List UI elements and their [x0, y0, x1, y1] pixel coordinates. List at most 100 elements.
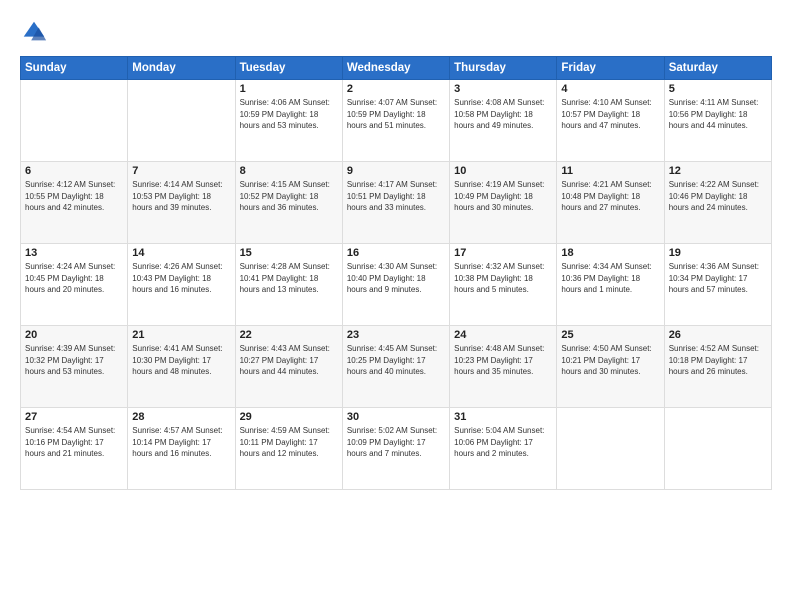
- day-info: Sunrise: 4:57 AM Sunset: 10:14 PM Daylig…: [132, 425, 230, 460]
- calendar-week-row: 27 Sunrise: 4:54 AM Sunset: 10:16 PM Dayl…: [21, 408, 772, 490]
- day-info: Sunrise: 4:15 AM Sunset: 10:52 PM Daylig…: [240, 179, 338, 214]
- day-info: Sunrise: 4:34 AM Sunset: 10:36 PM Daylig…: [561, 261, 659, 296]
- calendar-cell: 9 Sunrise: 4:17 AM Sunset: 10:51 PM Dayli…: [342, 162, 449, 244]
- calendar-cell: 13 Sunrise: 4:24 AM Sunset: 10:45 PM Dayl…: [21, 244, 128, 326]
- calendar-cell: [557, 408, 664, 490]
- calendar-week-row: 1 Sunrise: 4:06 AM Sunset: 10:59 PM Dayli…: [21, 80, 772, 162]
- calendar-cell: 21 Sunrise: 4:41 AM Sunset: 10:30 PM Dayl…: [128, 326, 235, 408]
- day-number: 14: [132, 247, 230, 259]
- calendar-cell: 1 Sunrise: 4:06 AM Sunset: 10:59 PM Dayli…: [235, 80, 342, 162]
- day-info: Sunrise: 4:36 AM Sunset: 10:34 PM Daylig…: [669, 261, 767, 296]
- weekday-header: Tuesday: [235, 57, 342, 80]
- day-info: Sunrise: 4:10 AM Sunset: 10:57 PM Daylig…: [561, 97, 659, 132]
- calendar-cell: 23Sunrise: 4:45 AM Sunset: 10:25 PM Dayl…: [342, 326, 449, 408]
- day-info: Sunrise: 4:14 AM Sunset: 10:53 PM Daylig…: [132, 179, 230, 214]
- day-number: 19: [669, 247, 767, 259]
- calendar-cell: 2 Sunrise: 4:07 AM Sunset: 10:59 PM Dayli…: [342, 80, 449, 162]
- calendar-cell: 5 Sunrise: 4:11 AM Sunset: 10:56 PM Dayli…: [664, 80, 771, 162]
- calendar-cell: 28 Sunrise: 4:57 AM Sunset: 10:14 PM Dayl…: [128, 408, 235, 490]
- day-info: Sunrise: 4:50 AM Sunset: 10:21 PM Daylig…: [561, 343, 659, 378]
- day-info: Sunrise: 4:32 AM Sunset: 10:38 PM Daylig…: [454, 261, 552, 296]
- calendar-cell: 31 Sunrise: 5:04 AM Sunset: 10:06 PM Dayl…: [450, 408, 557, 490]
- calendar-cell: 18 Sunrise: 4:34 AM Sunset: 10:36 PM Dayl…: [557, 244, 664, 326]
- day-info: Sunrise: 4:59 AM Sunset: 10:11 PM Daylig…: [240, 425, 338, 460]
- day-info: Sunrise: 4:12 AM Sunset: 10:55 PM Daylig…: [25, 179, 123, 214]
- day-number: 5: [669, 83, 767, 95]
- day-number: 11: [561, 165, 659, 177]
- calendar-cell: 7 Sunrise: 4:14 AM Sunset: 10:53 PM Dayli…: [128, 162, 235, 244]
- calendar-week-row: 6Sunrise: 4:12 AM Sunset: 10:55 PM Dayli…: [21, 162, 772, 244]
- day-number: 2: [347, 83, 445, 95]
- day-number: 22: [240, 329, 338, 341]
- weekday-header: Wednesday: [342, 57, 449, 80]
- calendar-cell: [21, 80, 128, 162]
- day-number: 29: [240, 411, 338, 423]
- day-info: Sunrise: 4:06 AM Sunset: 10:59 PM Daylig…: [240, 97, 338, 132]
- calendar-header-row: SundayMondayTuesdayWednesdayThursdayFrid…: [21, 57, 772, 80]
- calendar-cell: 22 Sunrise: 4:43 AM Sunset: 10:27 PM Dayl…: [235, 326, 342, 408]
- calendar-cell: 24 Sunrise: 4:48 AM Sunset: 10:23 PM Dayl…: [450, 326, 557, 408]
- calendar-cell: 19 Sunrise: 4:36 AM Sunset: 10:34 PM Dayl…: [664, 244, 771, 326]
- day-number: 20: [25, 329, 123, 341]
- day-info: Sunrise: 4:17 AM Sunset: 10:51 PM Daylig…: [347, 179, 445, 214]
- day-info: Sunrise: 4:48 AM Sunset: 10:23 PM Daylig…: [454, 343, 552, 378]
- day-number: 31: [454, 411, 552, 423]
- day-info: Sunrise: 4:30 AM Sunset: 10:40 PM Daylig…: [347, 261, 445, 296]
- calendar-cell: 3Sunrise: 4:08 AM Sunset: 10:58 PM Dayli…: [450, 80, 557, 162]
- calendar-cell: 15Sunrise: 4:28 AM Sunset: 10:41 PM Dayl…: [235, 244, 342, 326]
- calendar-cell: 11 Sunrise: 4:21 AM Sunset: 10:48 PM Dayl…: [557, 162, 664, 244]
- calendar-cell: 25 Sunrise: 4:50 AM Sunset: 10:21 PM Dayl…: [557, 326, 664, 408]
- calendar-cell: 8 Sunrise: 4:15 AM Sunset: 10:52 PM Dayli…: [235, 162, 342, 244]
- weekday-header: Friday: [557, 57, 664, 80]
- day-info: Sunrise: 4:22 AM Sunset: 10:46 PM Daylig…: [669, 179, 767, 214]
- day-number: 12: [669, 165, 767, 177]
- day-info: Sunrise: 4:19 AM Sunset: 10:49 PM Daylig…: [454, 179, 552, 214]
- day-number: 17: [454, 247, 552, 259]
- day-number: 24: [454, 329, 552, 341]
- day-number: 9: [347, 165, 445, 177]
- day-number: 10: [454, 165, 552, 177]
- calendar-cell: 26Sunrise: 4:52 AM Sunset: 10:18 PM Dayl…: [664, 326, 771, 408]
- calendar-cell: 29 Sunrise: 4:59 AM Sunset: 10:11 PM Dayl…: [235, 408, 342, 490]
- day-info: Sunrise: 4:26 AM Sunset: 10:43 PM Daylig…: [132, 261, 230, 296]
- calendar-cell: 27 Sunrise: 4:54 AM Sunset: 10:16 PM Dayl…: [21, 408, 128, 490]
- day-number: 27: [25, 411, 123, 423]
- calendar-cell: 6Sunrise: 4:12 AM Sunset: 10:55 PM Dayli…: [21, 162, 128, 244]
- calendar-table: SundayMondayTuesdayWednesdayThursdayFrid…: [20, 56, 772, 490]
- day-number: 26: [669, 329, 767, 341]
- calendar-week-row: 13 Sunrise: 4:24 AM Sunset: 10:45 PM Dayl…: [21, 244, 772, 326]
- weekday-header: Thursday: [450, 57, 557, 80]
- day-number: 4: [561, 83, 659, 95]
- day-number: 30: [347, 411, 445, 423]
- day-number: 18: [561, 247, 659, 259]
- day-number: 28: [132, 411, 230, 423]
- day-info: Sunrise: 4:11 AM Sunset: 10:56 PM Daylig…: [669, 97, 767, 132]
- header: [20, 18, 772, 46]
- day-number: 16: [347, 247, 445, 259]
- day-info: Sunrise: 4:07 AM Sunset: 10:59 PM Daylig…: [347, 97, 445, 132]
- day-info: Sunrise: 4:08 AM Sunset: 10:58 PM Daylig…: [454, 97, 552, 132]
- calendar-cell: [128, 80, 235, 162]
- calendar-cell: [664, 408, 771, 490]
- day-number: 8: [240, 165, 338, 177]
- day-number: 7: [132, 165, 230, 177]
- day-number: 15: [240, 247, 338, 259]
- day-number: 21: [132, 329, 230, 341]
- day-info: Sunrise: 4:24 AM Sunset: 10:45 PM Daylig…: [25, 261, 123, 296]
- day-number: 13: [25, 247, 123, 259]
- calendar-cell: 17 Sunrise: 4:32 AM Sunset: 10:38 PM Dayl…: [450, 244, 557, 326]
- logo-icon: [20, 18, 48, 46]
- day-info: Sunrise: 4:54 AM Sunset: 10:16 PM Daylig…: [25, 425, 123, 460]
- calendar-cell: 12 Sunrise: 4:22 AM Sunset: 10:46 PM Dayl…: [664, 162, 771, 244]
- day-number: 25: [561, 329, 659, 341]
- weekday-header: Sunday: [21, 57, 128, 80]
- day-info: Sunrise: 5:04 AM Sunset: 10:06 PM Daylig…: [454, 425, 552, 460]
- day-number: 1: [240, 83, 338, 95]
- calendar-cell: 30Sunrise: 5:02 AM Sunset: 10:09 PM Dayl…: [342, 408, 449, 490]
- day-info: Sunrise: 4:43 AM Sunset: 10:27 PM Daylig…: [240, 343, 338, 378]
- day-info: Sunrise: 4:41 AM Sunset: 10:30 PM Daylig…: [132, 343, 230, 378]
- day-info: Sunrise: 4:21 AM Sunset: 10:48 PM Daylig…: [561, 179, 659, 214]
- calendar-cell: 20Sunrise: 4:39 AM Sunset: 10:32 PM Dayl…: [21, 326, 128, 408]
- calendar-week-row: 20Sunrise: 4:39 AM Sunset: 10:32 PM Dayl…: [21, 326, 772, 408]
- calendar-cell: 10 Sunrise: 4:19 AM Sunset: 10:49 PM Dayl…: [450, 162, 557, 244]
